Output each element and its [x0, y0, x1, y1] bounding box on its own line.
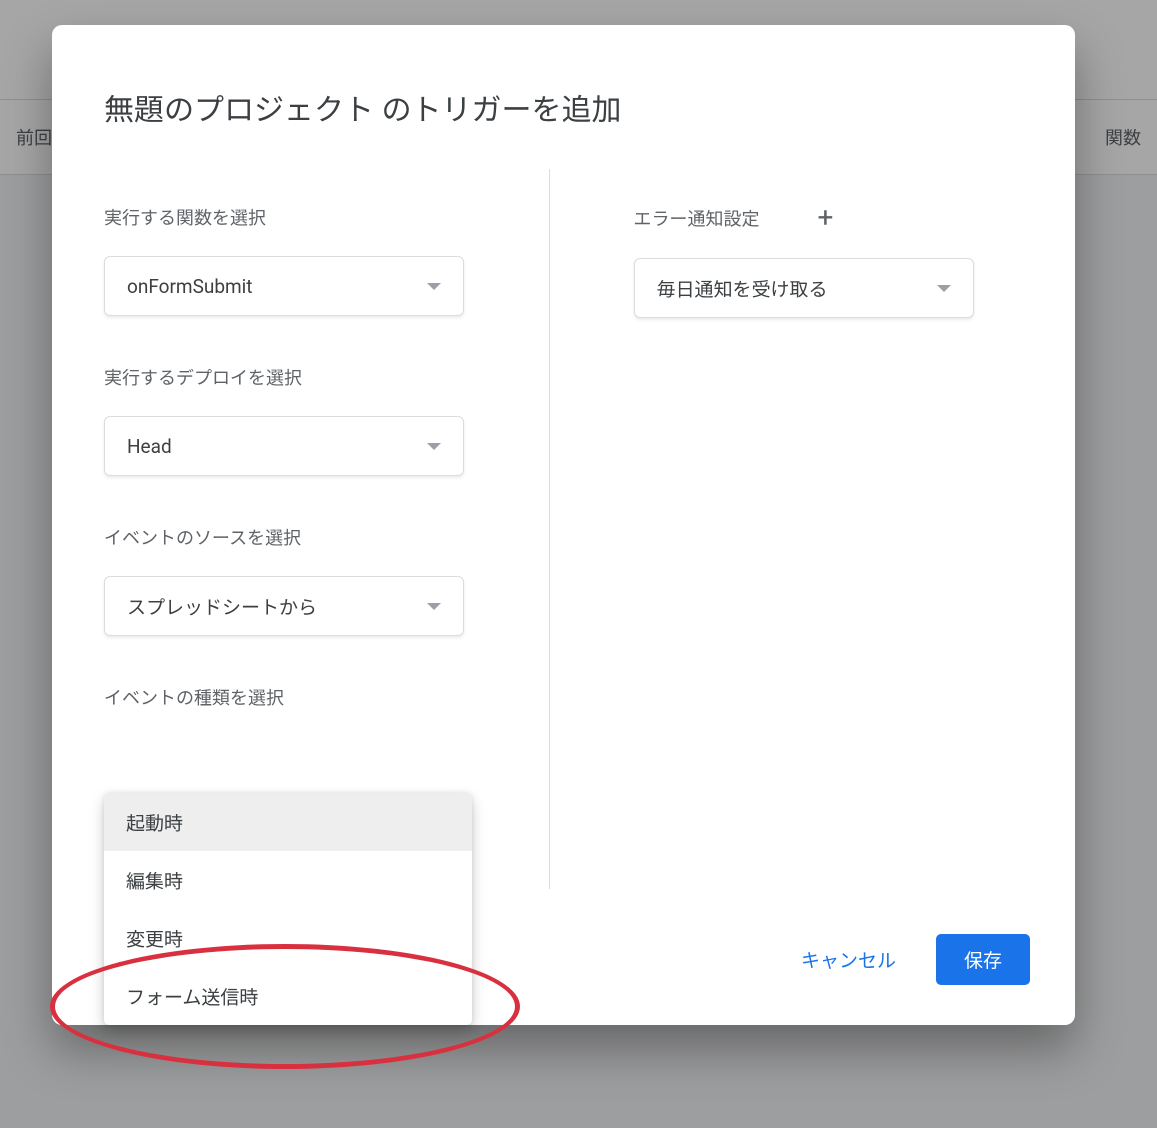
caret-down-icon [427, 443, 441, 450]
source-label: イベントのソースを選択 [104, 524, 494, 550]
deploy-dropdown[interactable]: Head [104, 416, 464, 476]
event-type-field: イベントの種類を選択 [104, 684, 494, 710]
function-label: 実行する関数を選択 [104, 204, 494, 230]
caret-down-icon [937, 285, 951, 292]
menu-item-open[interactable]: 起動時 [104, 793, 472, 851]
function-value: onFormSubmit [127, 275, 253, 298]
plus-icon[interactable]: + [818, 204, 834, 232]
save-button[interactable]: 保存 [936, 934, 1030, 985]
event-type-label: イベントの種類を選択 [104, 684, 494, 710]
menu-item-form-submit[interactable]: フォーム送信時 [104, 967, 472, 1025]
right-column: エラー通知設定 + 毎日通知を受け取る [554, 159, 1024, 1025]
caret-down-icon [427, 603, 441, 610]
cancel-button[interactable]: キャンセル [789, 936, 908, 983]
deploy-field: 実行するデプロイを選択 Head [104, 364, 494, 476]
deploy-label: 実行するデプロイを選択 [104, 364, 494, 390]
source-value: スプレッドシートから [127, 593, 317, 620]
error-notify-field: エラー通知設定 + 毎日通知を受け取る [634, 204, 1024, 318]
function-dropdown[interactable]: onFormSubmit [104, 256, 464, 316]
source-dropdown[interactable]: スプレッドシートから [104, 576, 464, 636]
deploy-value: Head [127, 435, 172, 458]
error-notify-value: 毎日通知を受け取る [657, 275, 828, 302]
error-notify-label: エラー通知設定 [634, 205, 760, 231]
vertical-divider [549, 169, 550, 889]
event-type-menu: 起動時 編集時 変更時 フォーム送信時 [104, 793, 472, 1025]
menu-item-edit[interactable]: 編集時 [104, 851, 472, 909]
source-field: イベントのソースを選択 スプレッドシートから [104, 524, 494, 636]
trigger-modal: 無題のプロジェクト のトリガーを追加 実行する関数を選択 onFormSubmi… [52, 25, 1075, 1025]
caret-down-icon [427, 283, 441, 290]
modal-title: 無題のプロジェクト のトリガーを追加 [52, 25, 1075, 159]
modal-footer: キャンセル 保存 [789, 934, 1030, 985]
function-field: 実行する関数を選択 onFormSubmit [104, 204, 494, 316]
menu-item-change[interactable]: 変更時 [104, 909, 472, 967]
error-notify-dropdown[interactable]: 毎日通知を受け取る [634, 258, 974, 318]
